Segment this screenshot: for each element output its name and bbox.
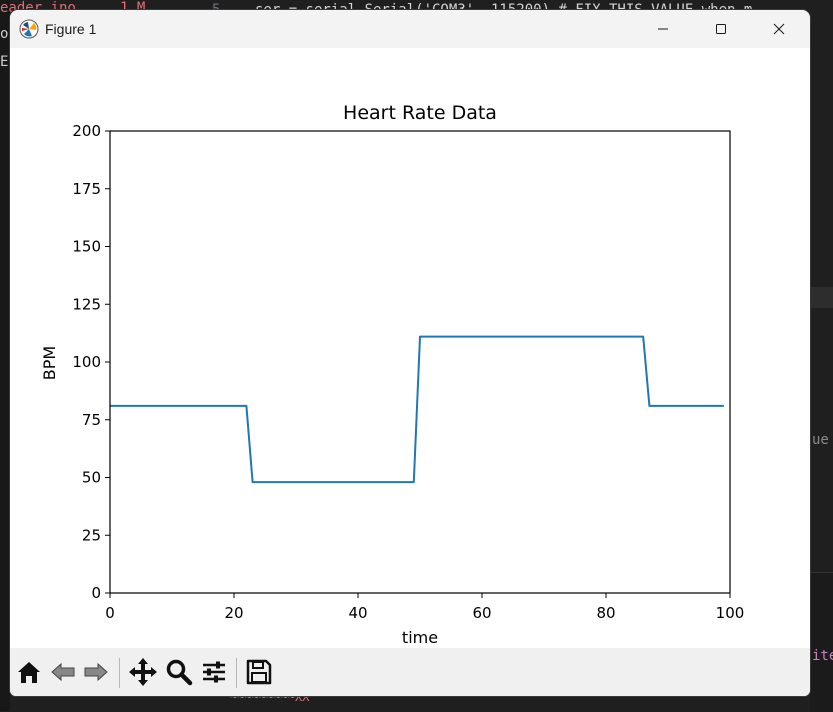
save-button[interactable] xyxy=(243,656,275,688)
y-tick-label: 25 xyxy=(82,526,101,544)
editor-panel-fragment xyxy=(810,572,833,712)
minimize-icon xyxy=(658,28,668,30)
y-tick-label: 0 xyxy=(91,584,101,602)
y-tick-label: 50 xyxy=(82,469,101,487)
x-tick-label: 100 xyxy=(716,604,745,622)
maximize-button[interactable] xyxy=(692,10,750,48)
matplotlib-logo-icon xyxy=(19,19,39,39)
x-axis-label: time xyxy=(402,628,438,647)
x-tick-label: 40 xyxy=(348,604,367,622)
y-axis-label: BPM xyxy=(40,346,59,380)
back-arrow-icon xyxy=(51,662,75,682)
x-tick-label: 20 xyxy=(224,604,243,622)
y-tick-label: 125 xyxy=(72,295,101,313)
close-icon xyxy=(773,23,785,35)
configure-subplots-icon xyxy=(203,661,225,683)
y-tick-label: 175 xyxy=(72,180,101,198)
pan-button[interactable] xyxy=(127,656,159,688)
x-tick-label: 80 xyxy=(596,604,615,622)
x-tick-label: 60 xyxy=(472,604,491,622)
line-chart: Heart Rate Data 0 20 40 60 80 100 0 25 50 75 100 12… xyxy=(40,102,745,647)
save-icon xyxy=(246,659,272,685)
y-tick-label: 100 xyxy=(72,353,101,371)
chart-title: Heart Rate Data xyxy=(343,102,497,124)
figure-window: Figure 1 Heart Rate Data 0 20 40 60 80 100 0 25… xyxy=(10,10,810,696)
window-title: Figure 1 xyxy=(45,21,97,37)
toolbar-separator xyxy=(236,658,237,688)
back-button[interactable] xyxy=(47,656,79,688)
navigation-toolbar xyxy=(10,648,810,696)
y-tick-label: 150 xyxy=(72,238,101,256)
axes-frame xyxy=(109,130,731,594)
minimize-button[interactable] xyxy=(634,10,692,48)
home-icon xyxy=(18,662,40,683)
configure-subplots-button[interactable] xyxy=(198,656,230,688)
close-button[interactable] xyxy=(750,10,808,48)
maximize-icon xyxy=(716,24,726,34)
y-tick-label: 75 xyxy=(82,411,101,429)
figure-canvas[interactable]: Heart Rate Data 0 20 40 60 80 100 0 25 50 75 100 12… xyxy=(10,48,810,648)
series-line-heart-rate xyxy=(110,335,724,484)
forward-arrow-icon xyxy=(84,662,108,682)
zoom-icon xyxy=(166,659,193,686)
editor-side-strip xyxy=(0,0,10,711)
editor-highlight xyxy=(810,287,833,308)
y-tick-label: 200 xyxy=(72,122,101,140)
pan-icon xyxy=(129,658,157,686)
toolbar-separator xyxy=(119,658,120,688)
editor-text-fragment: ite xyxy=(812,648,833,664)
editor-text-fragment: ue xyxy=(812,432,829,448)
zoom-button[interactable] xyxy=(163,656,195,688)
x-tick-label: 0 xyxy=(105,604,115,622)
window-titlebar[interactable]: Figure 1 xyxy=(10,10,810,48)
forward-button[interactable] xyxy=(80,656,112,688)
home-button[interactable] xyxy=(13,656,45,688)
